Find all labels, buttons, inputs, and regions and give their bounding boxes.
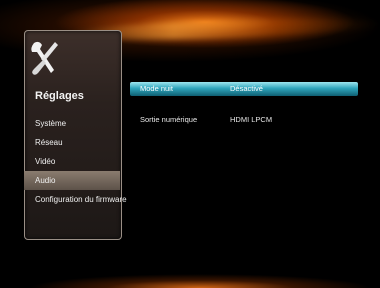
setting-label: Mode nuit xyxy=(140,84,173,93)
sidebar-item-video[interactable]: Vidéo xyxy=(24,152,184,171)
setting-value: Désactivé xyxy=(230,84,263,93)
sidebar-item-configuration-firmware[interactable]: Configuration du firmware xyxy=(24,190,184,209)
sidebar-item-audio[interactable]: Audio xyxy=(24,171,120,190)
setting-label: Sortie numérique xyxy=(140,115,198,124)
tools-icon xyxy=(31,41,58,75)
setting-row-mode-nuit[interactable]: Mode nuit Désactivé xyxy=(130,82,358,96)
footer-glow xyxy=(0,266,380,288)
settings-menu: Système Réseau Vidéo Audio Configuration… xyxy=(24,114,184,209)
setting-value: HDMI LPCM xyxy=(230,115,273,124)
panel-title: Réglages xyxy=(35,90,84,102)
setting-row-sortie-numerique[interactable]: Sortie numérique HDMI LPCM xyxy=(130,113,358,127)
sidebar-item-reseau[interactable]: Réseau xyxy=(24,133,184,152)
